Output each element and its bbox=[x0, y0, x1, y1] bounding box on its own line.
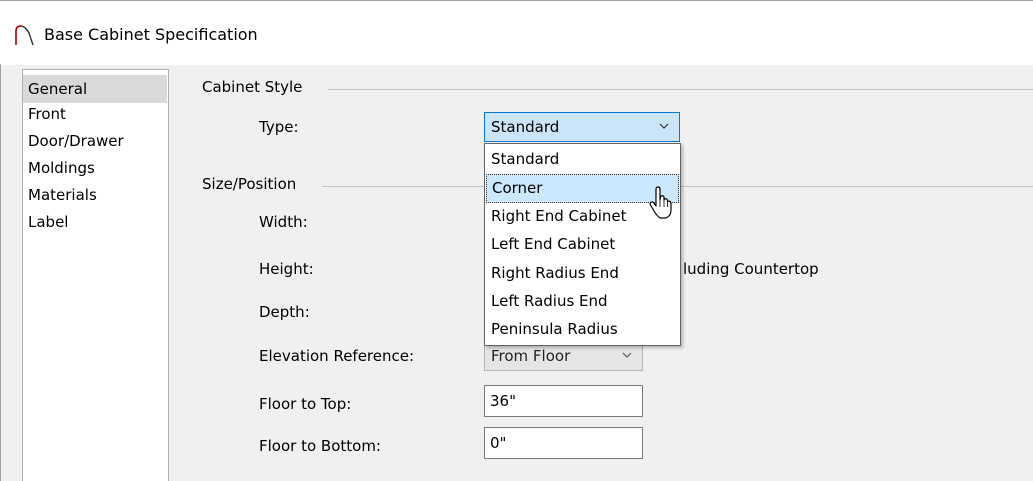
type-select[interactable]: Standard bbox=[484, 112, 680, 142]
depth-label: Depth: bbox=[259, 303, 310, 321]
dropdown-option-left-radius-end[interactable]: Left Radius End bbox=[486, 287, 679, 316]
hand-pointer-cursor-icon bbox=[649, 186, 672, 219]
floor-to-bottom-input[interactable]: 0" bbox=[484, 427, 643, 459]
cabinet-style-group-label: Cabinet Style bbox=[202, 78, 303, 96]
nav-item-general[interactable]: General bbox=[23, 75, 167, 103]
window-title: Base Cabinet Specification bbox=[44, 25, 258, 44]
floor-to-bottom-label: Floor to Bottom: bbox=[259, 437, 381, 455]
title-bar: Base Cabinet Specification bbox=[0, 0, 1033, 65]
type-dropdown-list[interactable]: Standard Corner Right End Cabinet Left E… bbox=[484, 143, 681, 346]
dropdown-option-left-end-cabinet[interactable]: Left End Cabinet bbox=[486, 230, 679, 259]
size-position-divider-left bbox=[322, 186, 484, 187]
cabinet-style-divider bbox=[328, 89, 1033, 90]
size-position-group-label: Size/Position bbox=[202, 175, 297, 193]
nav-item-door-drawer[interactable]: Door/Drawer bbox=[23, 127, 167, 155]
chevron-down-icon bbox=[622, 352, 632, 358]
nav-item-moldings[interactable]: Moldings bbox=[23, 154, 167, 182]
type-label: Type: bbox=[259, 118, 299, 136]
arch-icon bbox=[15, 25, 34, 46]
nav-item-materials[interactable]: Materials bbox=[23, 181, 167, 209]
type-select-value: Standard bbox=[491, 118, 560, 136]
elevation-reference-value: From Floor bbox=[491, 347, 571, 365]
dropdown-option-right-radius-end[interactable]: Right Radius End bbox=[486, 259, 679, 288]
including-countertop-option[interactable]: luding Countertop bbox=[683, 260, 819, 278]
height-label: Height: bbox=[259, 260, 314, 278]
chevron-down-icon bbox=[659, 123, 669, 129]
floor-to-top-input[interactable]: 36" bbox=[484, 385, 643, 417]
dropdown-option-standard[interactable]: Standard bbox=[486, 145, 679, 174]
width-label: Width: bbox=[259, 213, 308, 231]
elevation-reference-label: Elevation Reference: bbox=[259, 347, 415, 365]
dropdown-option-peninsula-radius[interactable]: Peninsula Radius bbox=[486, 315, 679, 344]
nav-item-label[interactable]: Label bbox=[23, 208, 167, 236]
nav-item-front[interactable]: Front bbox=[23, 100, 167, 128]
window-border bbox=[0, 64, 1, 481]
category-list[interactable]: General Front Door/Drawer Moldings Mater… bbox=[22, 69, 169, 481]
size-position-divider-right bbox=[681, 186, 1033, 187]
floor-to-top-label: Floor to Top: bbox=[259, 395, 352, 413]
